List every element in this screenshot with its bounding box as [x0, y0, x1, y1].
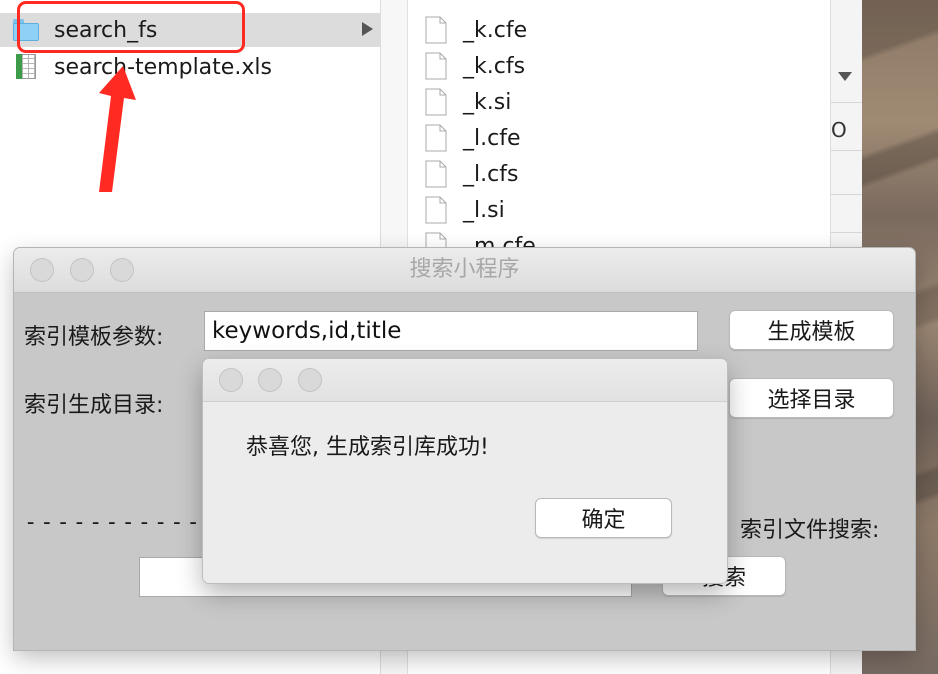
spreadsheet-icon [12, 54, 40, 80]
finder-file-item[interactable]: _k.cfe [408, 12, 527, 48]
index-params-input[interactable]: keywords,id,title [204, 311, 698, 351]
preview-column-text: O [831, 118, 847, 142]
finder-item-label: search-template.xls [54, 54, 272, 80]
generate-template-button[interactable]: 生成模板 [729, 310, 894, 350]
close-window-button[interactable] [219, 368, 243, 392]
index-search-label: 索引文件搜索: [740, 518, 880, 543]
document-icon [425, 124, 447, 152]
index-params-label: 索引模板参数: [24, 325, 164, 350]
success-dialog: 恭喜您, 生成索引库成功! 确定 [203, 359, 727, 583]
dropdown-arrow-icon[interactable] [838, 72, 852, 81]
index-dir-label: 索引生成目录: [24, 393, 164, 418]
file-name: _l.cfs [463, 161, 519, 187]
annotation-highlight-box [17, 1, 245, 53]
annotation-arrow-icon [99, 66, 136, 192]
file-name: _l.cfe [463, 125, 521, 151]
document-icon [425, 88, 447, 116]
ok-button[interactable]: 确定 [535, 498, 672, 538]
document-icon [425, 160, 447, 188]
finder-file-item[interactable]: _l.cfs [408, 156, 518, 192]
file-name: _k.cfe [463, 17, 528, 43]
document-icon [425, 16, 447, 44]
file-name: _k.cfs [463, 53, 526, 79]
minimize-window-button[interactable] [258, 368, 282, 392]
choose-dir-button[interactable]: 选择目录 [729, 378, 894, 418]
document-icon [425, 52, 447, 80]
file-name: _k.si [463, 89, 512, 115]
finder-file-item[interactable]: _k.cfs [408, 48, 525, 84]
finder-file-item[interactable]: _l.cfe [408, 120, 520, 156]
app-title-bar[interactable]: 搜索小程序 [14, 248, 915, 293]
zoom-window-button[interactable] [298, 368, 322, 392]
file-name: _l.si [463, 197, 505, 223]
document-icon [425, 196, 447, 224]
finder-file-item[interactable]: _l.si [408, 192, 505, 228]
dialog-message: 恭喜您, 生成索引库成功! [246, 435, 489, 460]
finder-item-search-template[interactable]: search-template.xls [0, 50, 380, 84]
app-title: 搜索小程序 [409, 257, 520, 282]
dialog-title-bar[interactable] [203, 359, 727, 402]
finder-file-item[interactable]: _k.si [408, 84, 511, 120]
disclosure-arrow-icon [362, 22, 373, 36]
section-divider: ------------ [24, 510, 219, 535]
